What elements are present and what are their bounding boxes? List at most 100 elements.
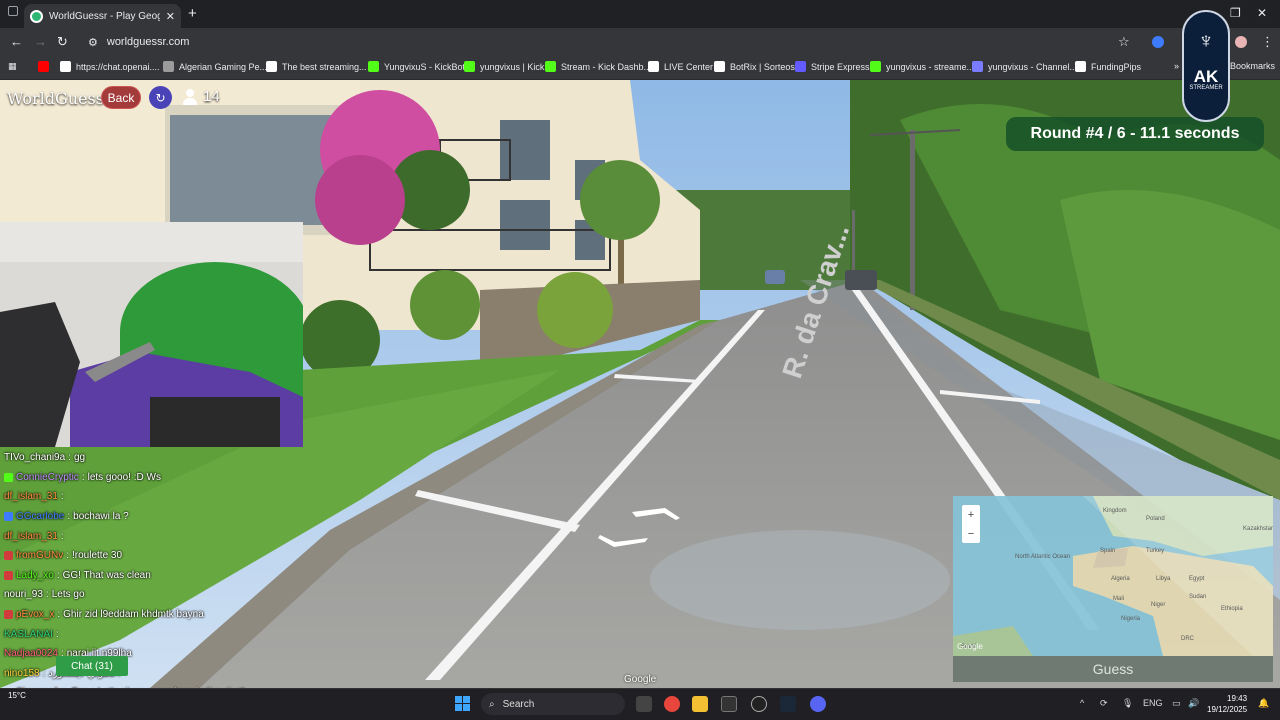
apps-grid-icon[interactable]: ▦ [8,61,17,72]
discord-icon[interactable] [810,696,826,712]
map-label: North Atlantic Ocean [1015,554,1071,560]
bookmark-item[interactable]: The best streaming... [266,61,367,72]
profile-avatar-icon[interactable] [1235,36,1247,48]
zoom-out-button[interactable]: − [968,528,974,540]
browser-tab-bar: WorldGuessr - Play Geoguessr F ✕ + — ❐ ✕ [0,0,1280,28]
address-bar[interactable]: ⚙ worldguessr.com [80,31,1150,53]
youtube-bookmark-icon[interactable] [38,61,49,72]
new-tab-button[interactable]: + [188,5,197,22]
all-bookmarks[interactable]: Bookmarks [1230,61,1275,71]
back-arrow-icon[interactable]: ← [10,34,23,49]
webcam-feed [0,222,303,447]
close-window-icon[interactable]: ✕ [1257,6,1267,20]
chat-separator: : [45,589,49,601]
chat-message: Nadjaa0024: narai jit n99lha [4,644,304,664]
map-label: Algeria [1111,576,1130,582]
chat-message: GGcarlobe: bochawi la ? [4,507,304,527]
chat-message: TIVo_chani9a: gg [4,448,304,468]
logo-text: AK [1193,66,1219,86]
bookmark-item[interactable]: yungvixus - Channel... [972,61,1077,72]
volume-icon[interactable]: 🔊 [1188,698,1199,709]
bookmark-item[interactable]: https://chat.openai.... [60,61,160,72]
tab-title: WorldGuessr - Play Geoguessr F [49,10,160,22]
bookmark-label: Stream - Kick Dashb... [561,61,652,72]
bookmark-star-icon[interactable]: ☆ [1118,34,1130,50]
bookmark-item[interactable]: Stripe Express [795,61,870,72]
guess-minimap[interactable]: Kingdom Poland Kazakhstan North Atlantic Oc… [953,496,1273,656]
chat-username[interactable]: pEvox_x [16,609,54,620]
chrome-icon[interactable] [664,696,680,712]
map-label: Spain [1100,548,1116,554]
bookmark-label: Stripe Express [811,61,870,72]
chat-username[interactable]: nino158 [4,668,40,679]
bookmark-item[interactable]: yungvixus | Kick [464,61,544,72]
bookmark-item[interactable]: YungvixuS - KickBot [368,61,465,72]
back-button[interactable]: Back [101,86,141,109]
steam-icon[interactable] [780,696,796,712]
chat-separator: : [68,452,71,464]
bookmark-favicon-icon [795,61,806,72]
chat-username[interactable]: ConnieCryptic [16,472,79,483]
chat-username[interactable]: df_islam_31 [4,531,58,542]
refresh-location-button[interactable]: ↻ [149,86,172,109]
map-label: Libya [1156,576,1171,582]
forward-arrow-icon[interactable]: → [34,34,47,49]
guess-button[interactable]: Guess [953,656,1273,682]
sync-icon[interactable]: ⟳ [1100,698,1108,709]
bookmark-favicon-icon [163,61,174,72]
bookmarks-overflow-icon[interactable]: » [1174,61,1179,71]
chat-username[interactable]: Lady_xo [16,570,54,581]
bookmark-favicon-icon [60,61,71,72]
chat-username[interactable]: fromGUNv [16,550,63,561]
worldguessr-favicon-icon [30,9,43,23]
bookmark-item[interactable]: Algerian Gaming Pe... [163,61,267,72]
obs-icon[interactable] [751,696,767,712]
extension-icon[interactable] [1152,36,1164,48]
bookmark-label: LIVE Center [664,61,714,72]
system-clock[interactable]: 19:43 19/12/2025 [1207,693,1247,715]
bookmarks-bar: ▦ https://chat.openai.... Algerian Gaming… [0,56,1280,80]
search-label: Search [502,698,535,710]
tab-search-icon[interactable] [8,6,18,16]
site-info-icon[interactable]: ⚙ [88,36,98,49]
bookmark-item[interactable]: FundingPips [1075,61,1141,72]
chat-message: df_islam_31: [4,487,304,507]
terminal-icon[interactable] [721,696,737,712]
bookmark-label: https://chat.openai.... [76,61,160,72]
chat-username[interactable]: df_islam_31 [4,491,58,502]
browser-menu-icon[interactable]: ⋮ [1261,34,1274,50]
map-label: Poland [1146,516,1165,522]
bookmark-label: yungvixus | Kick [480,61,545,72]
chat-text: lets gooo! :D Ws [87,471,161,483]
close-tab-icon[interactable]: ✕ [166,10,175,23]
google-watermark: Google [624,674,657,685]
maximize-icon[interactable]: ❐ [1230,6,1241,20]
notifications-icon[interactable]: 🔔 [1258,698,1269,709]
chat-username[interactable]: TIVo_chani9a [4,452,65,463]
bookmark-item[interactable]: Stream - Kick Dashb... [545,61,651,72]
weather-widget[interactable]: 15°C [8,691,26,700]
zoom-in-button[interactable]: + [968,509,974,521]
bookmark-favicon-icon [464,61,475,72]
file-explorer-icon[interactable] [692,696,708,712]
reload-icon[interactable]: ↻ [57,34,68,50]
chat-toggle-button[interactable]: Chat (31) [56,656,128,676]
language-indicator[interactable]: ENG [1143,698,1163,708]
chat-username[interactable]: GGcarlobe [16,511,64,522]
taskbar-search[interactable]: ⌕ Search [481,693,625,715]
chat-username[interactable]: nouri_93 [4,589,43,600]
map-google-watermark: Google [957,642,983,651]
windows-start-icon[interactable] [455,696,471,712]
bookmark-item[interactable]: yungvixus - streame... [870,61,974,72]
task-view-icon[interactable] [636,696,652,712]
chat-separator: : [57,609,61,621]
bookmark-item[interactable]: BotRix | Sorteos [714,61,795,72]
search-icon: ⌕ [489,698,495,710]
chat-username[interactable]: Nadjaa0024 [4,648,58,659]
chat-username[interactable]: KASLANAI [4,629,53,640]
tab-worldguessr[interactable]: WorldGuessr - Play Geoguessr F ✕ [24,4,181,28]
network-icon[interactable]: ▭ [1172,698,1181,709]
tray-overflow-icon[interactable]: ^ [1080,698,1084,708]
bookmark-item[interactable]: LIVE Center [648,61,713,72]
microphone-icon[interactable]: 🎙 [1122,698,1133,709]
